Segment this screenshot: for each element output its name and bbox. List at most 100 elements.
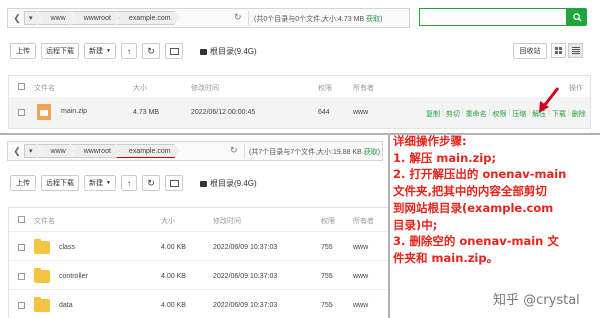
refresh-button[interactable]: ↻ xyxy=(142,175,160,191)
note-title: 详细操作步骤: xyxy=(393,134,467,148)
file-perm[interactable]: 755 xyxy=(321,302,333,309)
upload-button[interactable]: 上传 xyxy=(10,175,36,191)
col-owner[interactable]: 所有者 xyxy=(353,216,374,226)
root-dir-text: 根目录(9.4G) xyxy=(210,179,257,188)
file-owner: www xyxy=(353,244,369,251)
up-level-button[interactable]: ↑ xyxy=(121,43,137,59)
breadcrumb-wwwroot[interactable]: wwwroot xyxy=(71,11,120,25)
breadcrumb-root-icon[interactable]: ▾ xyxy=(24,11,42,25)
back-icon[interactable]: ❮ xyxy=(10,11,24,25)
divider xyxy=(244,144,245,158)
chevron-down-icon: ▼ xyxy=(106,48,111,54)
file-name[interactable]: data xyxy=(59,302,73,309)
new-dropdown-button[interactable]: 新建 ▼ xyxy=(84,43,116,59)
root-dir-label[interactable]: 根目录(9.4G) xyxy=(200,178,257,189)
note-line: 文件夹,把其中的内容全部剪切 xyxy=(393,184,547,199)
up-icon: ↑ xyxy=(127,178,131,188)
search-input[interactable] xyxy=(419,8,567,26)
list-view-icon xyxy=(571,47,580,54)
row-checkbox[interactable] xyxy=(18,302,25,309)
col-owner[interactable]: 所有者 xyxy=(353,83,374,93)
disk-icon xyxy=(200,180,207,187)
note-line: 件夹和 main.zip。 xyxy=(393,250,499,265)
row-checkbox[interactable] xyxy=(18,244,25,251)
col-name[interactable]: 文件名 xyxy=(34,216,55,226)
col-perm[interactable]: 权限 xyxy=(321,216,335,226)
grid-view-button[interactable] xyxy=(551,43,566,58)
folder-icon xyxy=(34,239,50,254)
note-line: 到网站根目录(example.com xyxy=(393,200,554,215)
terminal-button[interactable] xyxy=(165,175,183,191)
breadcrumb-www[interactable]: www xyxy=(38,144,75,158)
file-name[interactable]: main.zip xyxy=(61,108,87,115)
file-perm[interactable]: 755 xyxy=(321,273,333,280)
breadcrumb-wwwroot[interactable]: wwwroot xyxy=(71,144,120,158)
row-checkbox[interactable] xyxy=(18,273,25,280)
back-icon[interactable]: ❮ xyxy=(10,144,24,158)
new-label: 新建 xyxy=(89,48,104,55)
list-view-button[interactable] xyxy=(568,43,583,58)
table-row[interactable]: data 4.00 KB 2022/06/09 10:37:03 755 www xyxy=(9,289,388,318)
terminal-icon xyxy=(169,47,179,55)
up-level-button[interactable]: ↑ xyxy=(121,175,137,191)
remote-download-button[interactable]: 远程下载 xyxy=(41,175,79,191)
file-name[interactable]: class xyxy=(59,244,75,251)
col-size[interactable]: 大小 xyxy=(133,83,147,93)
file-perm[interactable]: 755 xyxy=(321,244,333,251)
new-label: 新建 xyxy=(89,180,104,187)
bottom-info-close: ) xyxy=(377,149,381,156)
col-perm[interactable]: 权限 xyxy=(318,83,332,93)
remote-download-button[interactable]: 远程下载 xyxy=(41,43,79,59)
col-name[interactable]: 文件名 xyxy=(34,83,55,93)
op-permission[interactable]: 权限 xyxy=(491,109,507,119)
select-all-checkbox[interactable] xyxy=(18,216,25,223)
terminal-button[interactable] xyxy=(165,43,183,59)
top-info-text: (共0个目录与0个文件,大小:4.73 MB xyxy=(254,16,367,23)
breadcrumb-root-icon[interactable]: ▾ xyxy=(24,144,42,158)
table-row[interactable]: controller 4.00 KB 2022/06/09 10:37:03 7… xyxy=(9,260,388,289)
select-all-checkbox[interactable] xyxy=(18,83,25,90)
upload-button[interactable]: 上传 xyxy=(10,43,36,59)
breadcrumb-example[interactable]: example.com xyxy=(116,144,180,158)
table-row[interactable]: main.zip 4.73 MB 2022/06/12 00:00:45 644… xyxy=(9,97,590,128)
op-copy[interactable]: 复制 xyxy=(425,109,441,119)
file-size: 4.73 MB xyxy=(133,109,160,116)
breadcrumb-example[interactable]: example.com xyxy=(116,11,180,25)
top-info-link[interactable]: 获取 xyxy=(366,16,380,23)
top-path-info: (共0个目录与0个文件,大小:4.73 MB 获取) xyxy=(254,14,382,24)
bottom-info-link[interactable]: 获取 xyxy=(364,149,378,156)
folder-icon xyxy=(34,268,50,283)
refresh-icon: ↻ xyxy=(147,45,155,56)
screenshot-root: ❮ ▾ www wwwroot example.com ↻ (共0个目录与0个文… xyxy=(0,0,600,318)
folder-icon xyxy=(34,297,50,312)
row-operations: 复制 | 剪切 | 重命名 | 权限 | 压缩 | 解压 | 下载 | 删除 xyxy=(425,109,587,119)
refresh-icon[interactable]: ↻ xyxy=(230,145,238,156)
search-button[interactable] xyxy=(567,8,587,26)
top-file-manager: ❮ ▾ www wwwroot example.com ↻ (共0个目录与0个文… xyxy=(0,0,600,133)
op-compress[interactable]: 压缩 xyxy=(511,109,527,119)
col-modified[interactable]: 修改时间 xyxy=(213,216,241,226)
op-rename[interactable]: 重命名 xyxy=(465,109,488,119)
divider xyxy=(248,11,249,25)
col-ops: 操作 xyxy=(569,85,583,92)
table-row[interactable]: class 4.00 KB 2022/06/09 10:37:03 755 ww… xyxy=(9,231,388,260)
refresh-icon: ↻ xyxy=(147,177,155,188)
col-modified[interactable]: 修改时间 xyxy=(191,83,219,93)
top-path-bar[interactable]: ❮ ▾ www wwwroot example.com ↻ (共0个目录与0个文… xyxy=(7,8,410,28)
op-cut[interactable]: 剪切 xyxy=(445,109,461,119)
col-size[interactable]: 大小 xyxy=(161,216,175,226)
file-name[interactable]: controller xyxy=(59,273,88,280)
op-delete[interactable]: 删除 xyxy=(571,109,587,119)
root-dir-label[interactable]: 根目录(9.4G) xyxy=(200,46,257,57)
bottom-path-bar[interactable]: ❮ ▾ www wwwroot example.com ↻ (共7个目录与7个文… xyxy=(7,141,383,161)
file-perm[interactable]: 644 xyxy=(318,109,330,116)
bottom-path-info: (共7个目录与7个文件,大小:19.88 KB 获取) xyxy=(249,147,380,157)
breadcrumb-www[interactable]: www xyxy=(38,11,75,25)
row-checkbox[interactable] xyxy=(18,109,25,116)
new-dropdown-button[interactable]: 新建 ▼ xyxy=(84,175,116,191)
refresh-icon[interactable]: ↻ xyxy=(234,12,242,23)
top-info-close: ) xyxy=(380,16,383,23)
recycle-bin-button[interactable]: 回收站 xyxy=(513,43,547,59)
root-dir-text: 根目录(9.4G) xyxy=(210,47,257,56)
refresh-button[interactable]: ↻ xyxy=(142,43,160,59)
